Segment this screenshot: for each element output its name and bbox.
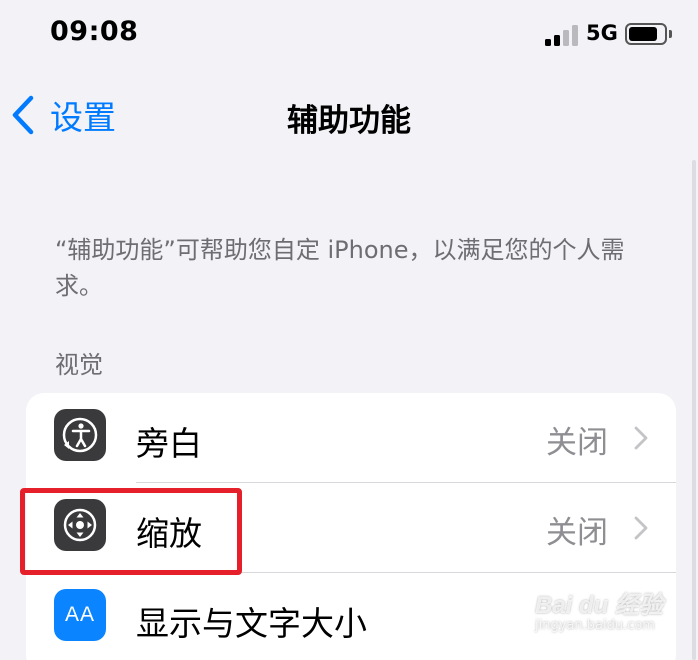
watermark-logo: Bai du 经验 — [535, 592, 664, 619]
battery-icon — [625, 23, 672, 45]
row-label: 显示与文字大小 — [136, 604, 367, 643]
network-type: 5G — [586, 21, 618, 45]
chevron-right-icon — [634, 426, 648, 450]
row-value: 关闭 — [546, 425, 608, 461]
voiceover-icon — [54, 409, 106, 461]
row-label: 旁白 — [136, 424, 202, 463]
watermark: Bai du 经验 jingyan.baidu.com — [535, 585, 663, 633]
scrollbar[interactable] — [692, 160, 696, 660]
description-text: “辅助功能”可帮助您自定 iPhone，以满足您的个人需求。 — [55, 236, 625, 300]
accessibility-screen: 09:08 5G 设置 辅助功能 “辅助功能”可帮助您自定 iPhone，以满足… — [0, 0, 698, 660]
watermark-url: jingyan.baidu.com — [535, 618, 655, 633]
cellular-signal-icon — [545, 24, 579, 46]
text-size-icon: AA — [54, 589, 106, 641]
highlight-annotation — [20, 488, 242, 575]
chevron-right-icon — [634, 516, 648, 540]
section-header-vision: 视觉 — [55, 351, 103, 379]
status-time: 09:08 — [50, 16, 139, 47]
status-bar: 09:08 5G — [0, 0, 698, 70]
list-item-voiceover[interactable]: 旁白 关闭 — [26, 393, 676, 483]
row-value: 关闭 — [546, 515, 608, 551]
page-title: 辅助功能 — [287, 103, 411, 139]
